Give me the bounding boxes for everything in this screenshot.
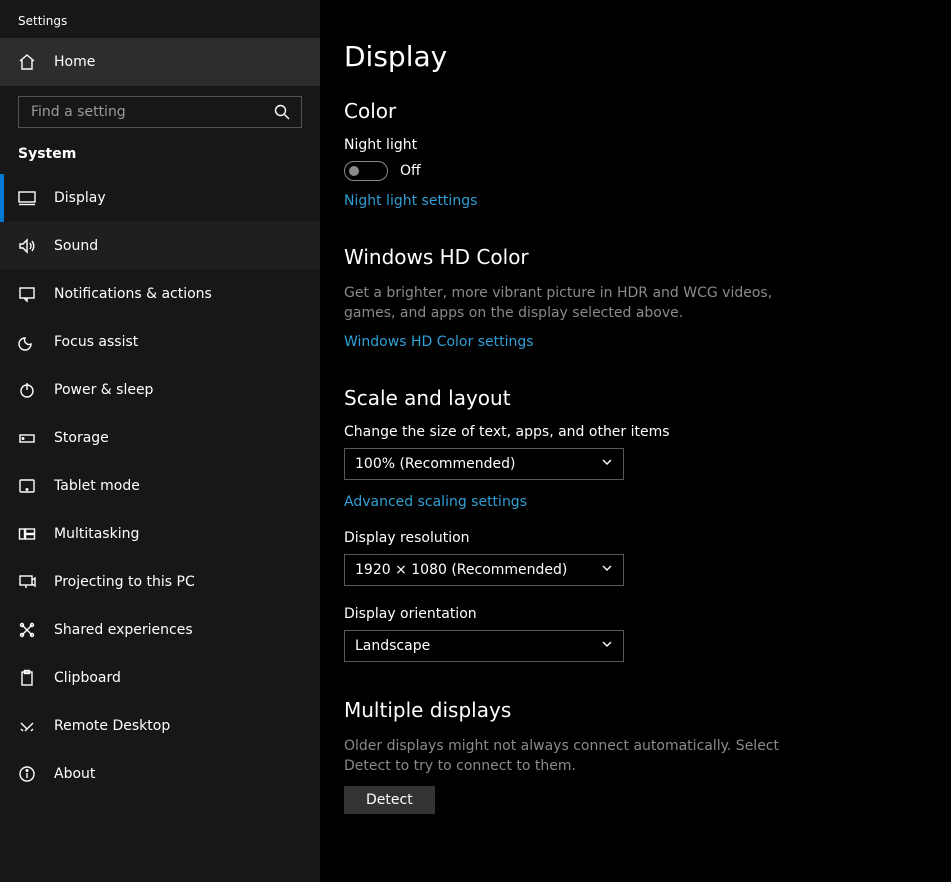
sidebar-item-notifications[interactable]: Notifications & actions xyxy=(0,270,320,318)
projecting-icon xyxy=(18,573,36,591)
multiple-displays-desc: Older displays might not always connect … xyxy=(344,736,784,777)
night-light-label: Night light xyxy=(344,137,951,153)
home-icon xyxy=(18,53,36,71)
nav-label: Tablet mode xyxy=(54,478,140,494)
about-icon xyxy=(18,765,36,783)
scale-size-group: Change the size of text, apps, and other… xyxy=(344,424,951,510)
content-pane: Display Color Night light Off Night ligh… xyxy=(320,0,951,882)
sidebar-home[interactable]: Home xyxy=(0,38,320,86)
nav-label: Projecting to this PC xyxy=(54,574,195,590)
sidebar-item-remote-desktop[interactable]: Remote Desktop xyxy=(0,702,320,750)
night-light-toggle-row: Off xyxy=(344,161,951,181)
shared-experiences-icon xyxy=(18,621,36,639)
resolution-label: Display resolution xyxy=(344,530,951,546)
night-light-toggle[interactable] xyxy=(344,161,388,181)
home-label: Home xyxy=(54,54,95,70)
sidebar-item-sound[interactable]: Sound xyxy=(0,222,320,270)
nav-label: Remote Desktop xyxy=(54,718,170,734)
page-title: Display xyxy=(344,40,951,73)
nav-label: Display xyxy=(54,190,106,206)
nav-label: Shared experiences xyxy=(54,622,193,638)
search-container xyxy=(0,86,320,142)
nav-list: Display Sound Notifications & actions Fo… xyxy=(0,174,320,798)
advanced-scaling-link[interactable]: Advanced scaling settings xyxy=(344,494,951,510)
orientation-value: Landscape xyxy=(355,638,430,654)
orientation-group: Display orientation Landscape xyxy=(344,606,951,662)
section-hd-color: Windows HD Color Get a brighter, more vi… xyxy=(344,245,951,350)
orientation-dropdown[interactable]: Landscape xyxy=(344,630,624,662)
heading-color: Color xyxy=(344,99,951,123)
display-icon xyxy=(18,189,36,207)
sidebar-item-storage[interactable]: Storage xyxy=(0,414,320,462)
section-scale-layout: Scale and layout Change the size of text… xyxy=(344,386,951,662)
sidebar-item-about[interactable]: About xyxy=(0,750,320,798)
sidebar-item-display[interactable]: Display xyxy=(0,174,320,222)
sound-icon xyxy=(18,237,36,255)
orientation-label: Display orientation xyxy=(344,606,951,622)
nav-label: Notifications & actions xyxy=(54,286,212,302)
sidebar: Settings Home System Display Sound xyxy=(0,0,320,882)
night-light-settings-link[interactable]: Night light settings xyxy=(344,193,951,209)
chevron-down-icon xyxy=(601,638,613,654)
night-light-state: Off xyxy=(400,163,421,179)
section-multiple-displays: Multiple displays Older displays might n… xyxy=(344,698,951,815)
storage-icon xyxy=(18,429,36,447)
search-box[interactable] xyxy=(18,96,302,128)
nav-label: Multitasking xyxy=(54,526,139,542)
sidebar-item-projecting[interactable]: Projecting to this PC xyxy=(0,558,320,606)
sidebar-item-power-sleep[interactable]: Power & sleep xyxy=(0,366,320,414)
remote-desktop-icon xyxy=(18,717,36,735)
hd-color-link[interactable]: Windows HD Color settings xyxy=(344,334,951,350)
nav-label: Power & sleep xyxy=(54,382,153,398)
nav-label: Sound xyxy=(54,238,98,254)
search-input[interactable] xyxy=(29,103,269,121)
hd-color-desc: Get a brighter, more vibrant picture in … xyxy=(344,283,784,324)
scale-size-value: 100% (Recommended) xyxy=(355,456,516,472)
heading-scale-layout: Scale and layout xyxy=(344,386,951,410)
sidebar-item-tablet-mode[interactable]: Tablet mode xyxy=(0,462,320,510)
nav-label: Focus assist xyxy=(54,334,138,350)
search-icon xyxy=(273,103,291,121)
detect-button[interactable]: Detect xyxy=(344,786,435,814)
scale-size-dropdown[interactable]: 100% (Recommended) xyxy=(344,448,624,480)
sidebar-item-clipboard[interactable]: Clipboard xyxy=(0,654,320,702)
section-color: Color Night light Off Night light settin… xyxy=(344,99,951,209)
heading-multiple-displays: Multiple displays xyxy=(344,698,951,722)
resolution-dropdown[interactable]: 1920 × 1080 (Recommended) xyxy=(344,554,624,586)
nav-label: About xyxy=(54,766,95,782)
chevron-down-icon xyxy=(601,562,613,578)
heading-hd-color: Windows HD Color xyxy=(344,245,951,269)
power-icon xyxy=(18,381,36,399)
chevron-down-icon xyxy=(601,456,613,472)
toggle-knob xyxy=(349,166,359,176)
scale-size-label: Change the size of text, apps, and other… xyxy=(344,424,951,440)
sidebar-item-shared-experiences[interactable]: Shared experiences xyxy=(0,606,320,654)
resolution-value: 1920 × 1080 (Recommended) xyxy=(355,562,567,578)
clipboard-icon xyxy=(18,669,36,687)
resolution-group: Display resolution 1920 × 1080 (Recommen… xyxy=(344,530,951,586)
tablet-icon xyxy=(18,477,36,495)
nav-label: Clipboard xyxy=(54,670,121,686)
nav-label: Storage xyxy=(54,430,109,446)
sidebar-item-multitasking[interactable]: Multitasking xyxy=(0,510,320,558)
sidebar-item-focus-assist[interactable]: Focus assist xyxy=(0,318,320,366)
multitasking-icon xyxy=(18,525,36,543)
focus-assist-icon xyxy=(18,333,36,351)
app-title: Settings xyxy=(0,0,320,38)
sidebar-section-title: System xyxy=(0,142,320,174)
notifications-icon xyxy=(18,285,36,303)
